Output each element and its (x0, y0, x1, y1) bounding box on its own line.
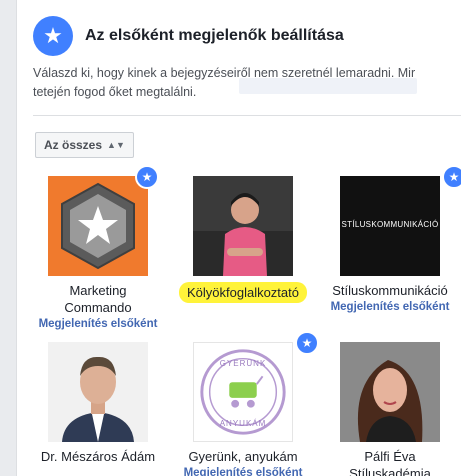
sort-arrows-icon: ▲▼ (107, 140, 125, 150)
page-name: Gyerünk, anyukám (188, 449, 298, 464)
page-name: Kölyökfoglalkoztató (177, 282, 309, 303)
page-name-line-1: Marketing (69, 283, 127, 298)
dialog-title: Az elsőként megjelenők beállítása (85, 27, 344, 44)
page-avatar[interactable]: GYERÜNK ANYUKÁM (193, 342, 293, 442)
marketing-commando-logo (48, 176, 148, 276)
page-card-kolyokfoglalkoztato[interactable]: Kölyökfoglalkoztató (177, 176, 309, 303)
see-first-link[interactable]: Megjelenítés elsőként (177, 465, 309, 476)
page-card-marketing-commando[interactable]: ★ Marketing Commando Megjelenítés elsőké… (32, 165, 164, 332)
page-name-line-2: Stíluskadémia (349, 466, 431, 476)
page-card-meszaros-adam[interactable]: Dr. Mészáros Ádám (32, 342, 164, 465)
page-name: Marketing Commando (32, 282, 164, 316)
woman-photo (340, 342, 440, 442)
page-avatar[interactable]: STÍLUSKOMMUNIKÁCIÓ (340, 176, 440, 276)
woman-photo (193, 176, 293, 276)
filter-dropdown[interactable]: Az összes ▲▼ (35, 132, 134, 158)
page-name: Dr. Mészáros Ádám (40, 449, 156, 464)
see-first-link[interactable]: Megjelenítés elsőként (32, 316, 164, 332)
see-first-link[interactable]: Megjelenítés elsőként (324, 299, 456, 315)
star-icon: ★ (33, 16, 73, 56)
page-avatar[interactable] (48, 176, 148, 276)
see-first-star-icon[interactable]: ★ (135, 165, 159, 189)
page-name: Pálfi Éva Stíluskadémia (324, 448, 456, 476)
page-name: Stíluskommunikáció (332, 283, 448, 298)
page-card-styluskommunikacio[interactable]: STÍLUSKOMMUNIKÁCIÓ ★ Stíluskommunikáció … (324, 165, 461, 315)
logo-top-text: GYERÜNK (219, 359, 267, 368)
divider (33, 115, 461, 116)
page-name-highlight: Kölyökfoglalkoztató (178, 282, 307, 303)
filter-label: Az összes (44, 138, 103, 152)
dialog-header: ★ Az elsőként megjelenők beállítása (33, 16, 344, 56)
logo-bottom-text: ANYUKÁM (219, 419, 267, 428)
tooltip-ghost (239, 78, 417, 94)
see-first-star-icon[interactable]: ★ (442, 165, 461, 189)
page-avatar[interactable] (48, 342, 148, 442)
page-name-line-1: Pálfi Éva (364, 449, 416, 464)
page-avatar[interactable] (340, 342, 440, 442)
page-name-line-2: Commando (64, 300, 132, 315)
see-first-star-icon[interactable]: ★ (295, 331, 319, 355)
page-avatar[interactable] (193, 176, 293, 276)
logo-text: STÍLUSKOMMUNIKÁCIÓ (341, 220, 439, 229)
man-photo (48, 342, 148, 442)
page-card-gyerunk-anyukam[interactable]: GYERÜNK ANYUKÁM ★ Gyerünk, anyukám Megje… (177, 331, 319, 476)
see-first-dialog: ★ Az elsőként megjelenők beállítása Vála… (16, 0, 461, 476)
page-card-palfi-eva[interactable]: Pálfi Éva Stíluskadémia (324, 342, 456, 476)
